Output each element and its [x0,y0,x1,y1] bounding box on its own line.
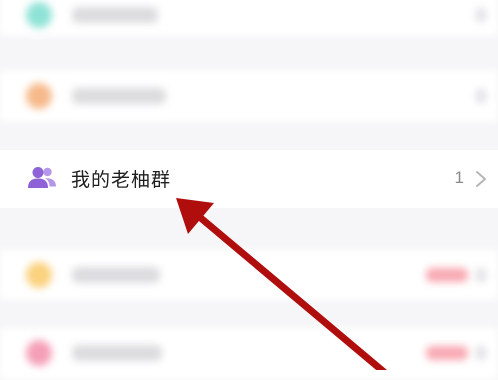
orange-icon [26,83,52,109]
chevron-right-icon [476,89,486,103]
pink-icon [26,340,52,366]
list-item-blurred[interactable] [0,250,498,300]
chevron-right-icon [476,8,486,22]
chevron-right-icon [476,268,486,282]
blurred-badge [426,268,468,282]
blurred-badge [426,346,468,360]
blurred-label [72,7,158,23]
blurred-label [72,345,162,361]
yellow-icon [26,262,52,288]
teal-icon [26,2,52,28]
settings-list-screen: 我的老柚群 1 [0,0,498,380]
list-item-my-group[interactable]: 我的老柚群 1 [0,150,498,208]
group-icon [28,167,56,188]
chevron-right-icon [476,171,486,187]
group-label: 我的老柚群 [71,169,172,191]
list-item-blurred[interactable] [0,328,498,380]
list-item-blurred[interactable] [0,70,498,122]
chevron-right-icon [476,346,486,360]
list-item-blurred[interactable] [0,0,498,36]
blurred-label [72,88,166,104]
group-count: 1 [454,168,464,187]
blurred-label [72,267,160,283]
